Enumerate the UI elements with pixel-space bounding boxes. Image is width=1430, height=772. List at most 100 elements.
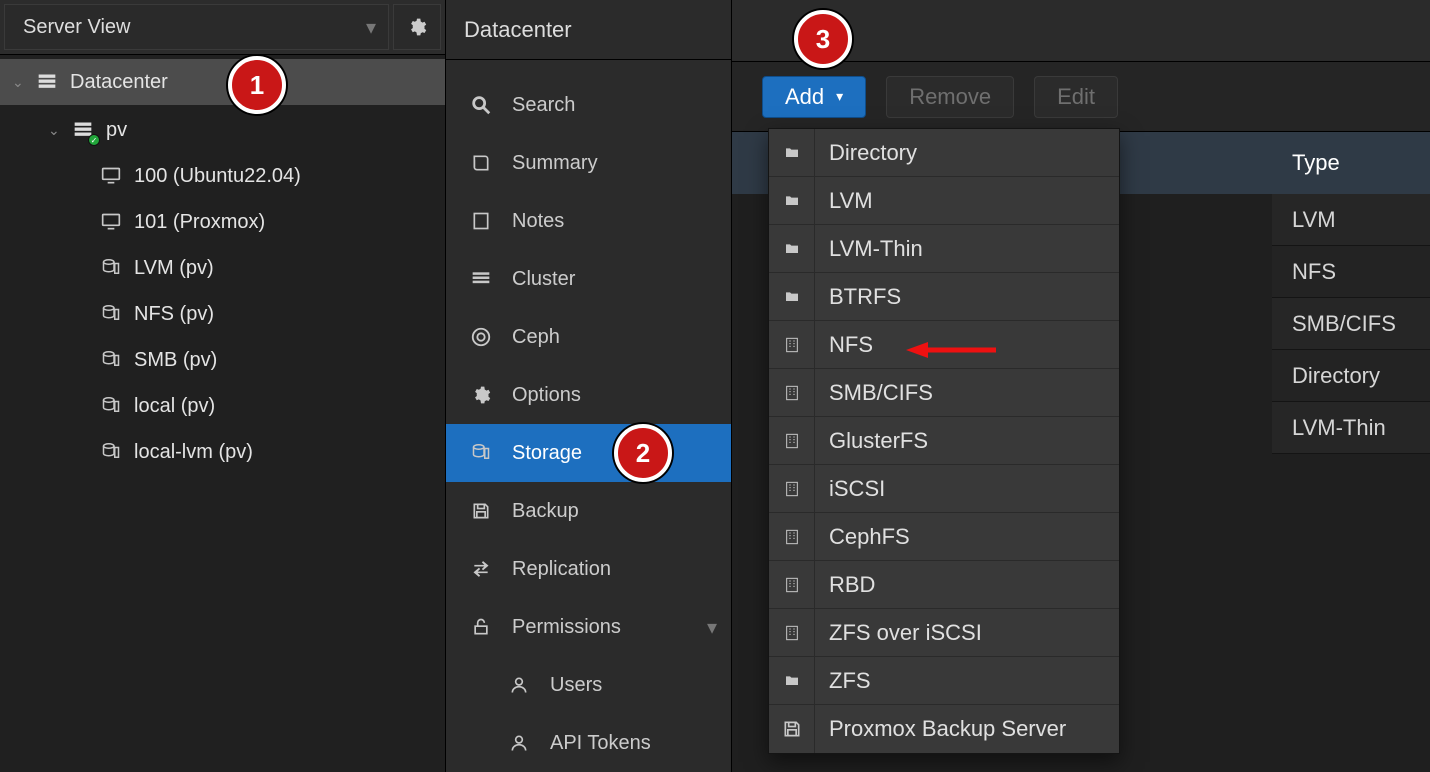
nav-item-replication[interactable]: Replication: [446, 540, 731, 598]
table-row[interactable]: Directory: [1272, 350, 1430, 402]
nav-item-cluster[interactable]: Cluster: [446, 250, 731, 308]
dropdown-item-label: Proxmox Backup Server: [815, 716, 1066, 742]
tree-storage-row[interactable]: NFS (pv): [0, 291, 445, 337]
col-type-header[interactable]: Type: [1272, 150, 1340, 176]
dropdown-item-label: SMB/CIFS: [815, 380, 933, 406]
dropdown-item-label: RBD: [815, 572, 875, 598]
gear-icon: [468, 383, 494, 407]
cell-type: SMB/CIFS: [1292, 311, 1396, 337]
tree-vm-row[interactable]: 100 (Ubuntu22.04): [0, 153, 445, 199]
dropdown-item-smb-cifs[interactable]: SMB/CIFS: [769, 369, 1119, 417]
cell-type: LVM: [1292, 207, 1336, 233]
settings-button[interactable]: [393, 4, 441, 50]
dropdown-item-zfs[interactable]: ZFS: [769, 657, 1119, 705]
tree-storage-row[interactable]: SMB (pv): [0, 337, 445, 383]
nav-item-ceph[interactable]: Ceph: [446, 308, 731, 366]
cell-type: LVM-Thin: [1292, 415, 1386, 441]
callout-3: 3: [794, 10, 852, 68]
nav-item-options[interactable]: Options: [446, 366, 731, 424]
folder-icon: [769, 225, 815, 272]
cell-type: Directory: [1292, 363, 1380, 389]
building-icon: [769, 561, 815, 608]
dropdown-item-label: LVM-Thin: [815, 236, 923, 262]
nav-item-backup[interactable]: Backup: [446, 482, 731, 540]
cell-type: NFS: [1292, 259, 1336, 285]
building-icon: [769, 369, 815, 416]
nav-item-label: Replication: [512, 558, 611, 581]
nav-item-search[interactable]: Search: [446, 76, 731, 134]
folder-icon: [769, 129, 815, 176]
expand-icon: ⌄: [48, 122, 60, 139]
table-row[interactable]: LVM-Thin: [1272, 402, 1430, 454]
search-icon: [468, 93, 494, 117]
dropdown-item-proxmox-backup-server[interactable]: Proxmox Backup Server: [769, 705, 1119, 753]
nav-item-notes[interactable]: Notes: [446, 192, 731, 250]
resource-tree: ⌄ Datacenter ⌄ ✓ pv 100 (Ubuntu22.04) 101…: [0, 55, 445, 772]
gear-icon: [404, 15, 430, 39]
view-selector-label: Server View: [23, 16, 130, 39]
tree-item-label: NFS (pv): [134, 303, 214, 326]
expand-icon: ⌄: [12, 74, 24, 91]
building-icon: [769, 609, 815, 656]
nav-item-api-tokens[interactable]: API Tokens: [446, 714, 731, 772]
building-icon: [769, 321, 815, 368]
replication-icon: [468, 557, 494, 581]
node-icon: ✓: [70, 118, 96, 142]
table-row[interactable]: SMB/CIFS: [1272, 298, 1430, 350]
remove-button[interactable]: Remove: [886, 76, 1014, 118]
app-root: Server View ▾ ⌄ Datacenter ⌄: [0, 0, 1430, 772]
tree-item-label: SMB (pv): [134, 349, 217, 372]
chevron-down-icon: ▾: [707, 615, 717, 640]
dropdown-item-lvm-thin[interactable]: LVM-Thin: [769, 225, 1119, 273]
tree-storage-row[interactable]: local-lvm (pv): [0, 429, 445, 475]
add-button[interactable]: Add ▾: [762, 76, 866, 118]
nav-item-label: API Tokens: [550, 732, 651, 755]
table-row[interactable]: LVM: [1272, 194, 1430, 246]
tree-node-row[interactable]: ⌄ ✓ pv: [0, 107, 445, 153]
dropdown-item-directory[interactable]: Directory: [769, 129, 1119, 177]
tree-storage-row[interactable]: local (pv): [0, 383, 445, 429]
save-icon: [468, 499, 494, 523]
callout-1: 1: [228, 56, 286, 114]
nav-item-permissions[interactable]: Permissions ▾: [446, 598, 731, 656]
lock-icon: [468, 615, 494, 639]
dropdown-item-btrfs[interactable]: BTRFS: [769, 273, 1119, 321]
tree-item-label: 101 (Proxmox): [134, 211, 265, 234]
nav-item-label: Permissions: [512, 616, 621, 639]
dropdown-item-cephfs[interactable]: CephFS: [769, 513, 1119, 561]
edit-button[interactable]: Edit: [1034, 76, 1118, 118]
dropdown-item-zfs-over-iscsi[interactable]: ZFS over iSCSI: [769, 609, 1119, 657]
add-storage-dropdown[interactable]: DirectoryLVMLVM-ThinBTRFSNFSSMB/CIFSGlus…: [768, 128, 1120, 754]
dropdown-item-label: LVM: [815, 188, 873, 214]
storage-icon: [98, 394, 124, 418]
book-icon: [468, 151, 494, 175]
chevron-down-icon: ▾: [836, 88, 843, 105]
remove-button-label: Remove: [909, 84, 991, 110]
folder-icon: [769, 273, 815, 320]
dropdown-item-iscsi[interactable]: iSCSI: [769, 465, 1119, 513]
nav-item-label: Summary: [512, 152, 598, 175]
storage-icon: [98, 348, 124, 372]
callout-2: 2: [614, 424, 672, 482]
content-title: Datacenter: [446, 0, 731, 60]
arrow-annotation: [906, 336, 1006, 372]
tree-storage-row[interactable]: LVM (pv): [0, 245, 445, 291]
view-selector[interactable]: Server View ▾: [4, 4, 389, 50]
note-icon: [468, 209, 494, 233]
nav-item-summary[interactable]: Summary: [446, 134, 731, 192]
dropdown-item-lvm[interactable]: LVM: [769, 177, 1119, 225]
table-row[interactable]: NFS: [1272, 246, 1430, 298]
nav-item-users[interactable]: Users: [446, 656, 731, 714]
tree-datacenter-row[interactable]: ⌄ Datacenter: [0, 59, 445, 105]
edit-button-label: Edit: [1057, 84, 1095, 110]
monitor-icon: [98, 210, 124, 234]
dropdown-item-glusterfs[interactable]: GlusterFS: [769, 417, 1119, 465]
dropdown-item-rbd[interactable]: RBD: [769, 561, 1119, 609]
nav-item-label: Users: [550, 674, 602, 697]
content-nav-panel: Datacenter Search Summary NotesClusterCeph…: [446, 0, 732, 772]
nav-item-storage[interactable]: Storage: [446, 424, 731, 482]
dropdown-item-label: CephFS: [815, 524, 910, 550]
tree-vm-row[interactable]: 101 (Proxmox): [0, 199, 445, 245]
server-icon: [34, 70, 60, 94]
tree-header: Server View ▾: [0, 0, 445, 55]
